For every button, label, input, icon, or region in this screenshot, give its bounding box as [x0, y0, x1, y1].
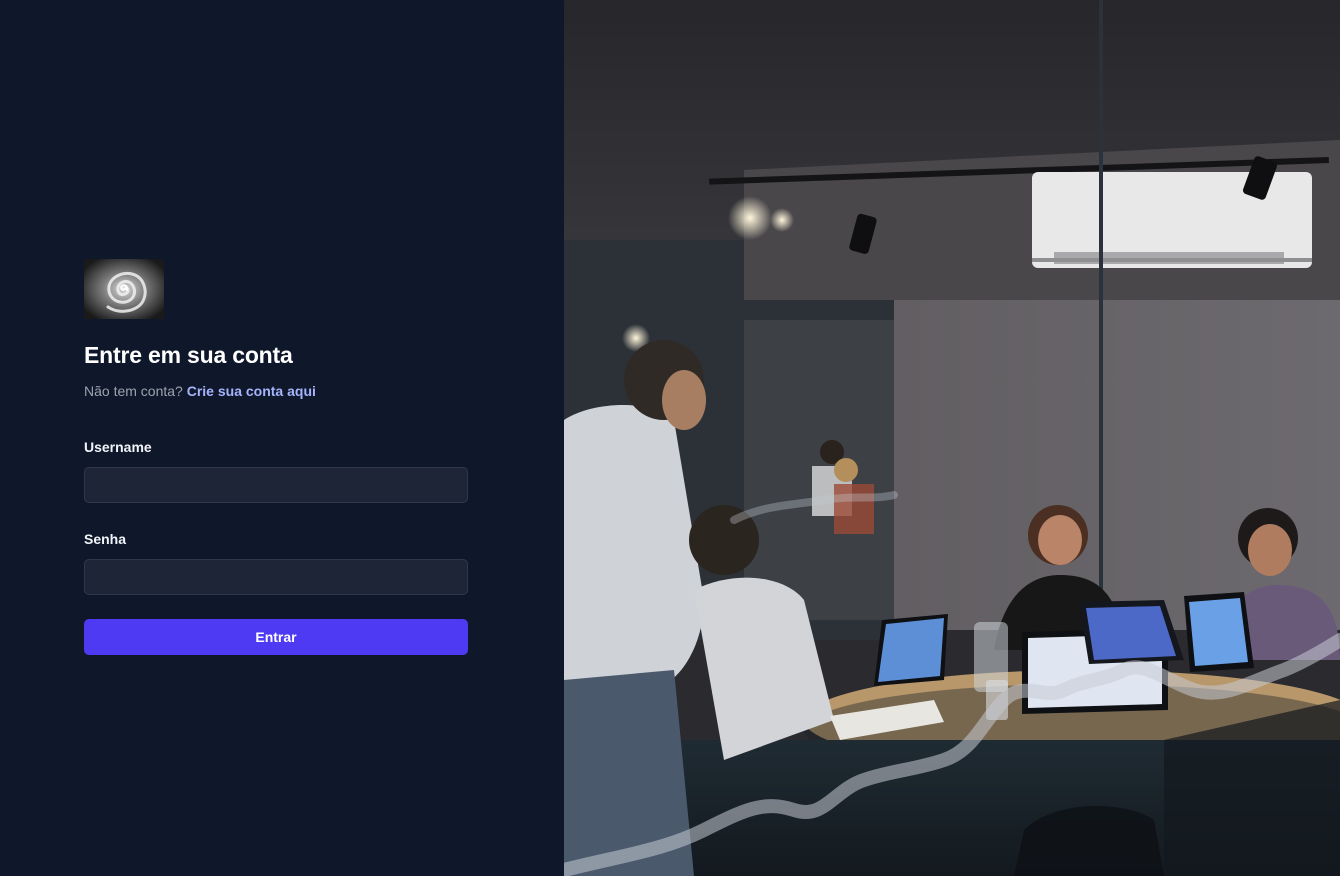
username-input[interactable]: [84, 467, 468, 503]
create-account-link[interactable]: Crie sua conta aqui: [187, 383, 316, 399]
username-label: Username: [84, 439, 152, 455]
login-page: Entre em sua conta Não tem conta? Crie s…: [0, 0, 1340, 876]
no-account-text: Não tem conta?: [84, 383, 183, 399]
password-group: Senha: [84, 531, 468, 595]
username-group: Username: [84, 439, 468, 503]
login-panel: Entre em sua conta Não tem conta? Crie s…: [0, 0, 564, 876]
meeting-room-photo: [564, 0, 1340, 876]
password-label: Senha: [84, 531, 127, 547]
page-title: Entre em sua conta: [84, 342, 293, 368]
login-form: Entre em sua conta Não tem conta? Crie s…: [84, 259, 468, 655]
spiral-logo-icon: [84, 259, 164, 319]
submit-button[interactable]: Entrar: [84, 619, 468, 655]
password-input[interactable]: [84, 559, 468, 595]
signup-prompt: Não tem conta? Crie sua conta aqui: [84, 383, 468, 399]
